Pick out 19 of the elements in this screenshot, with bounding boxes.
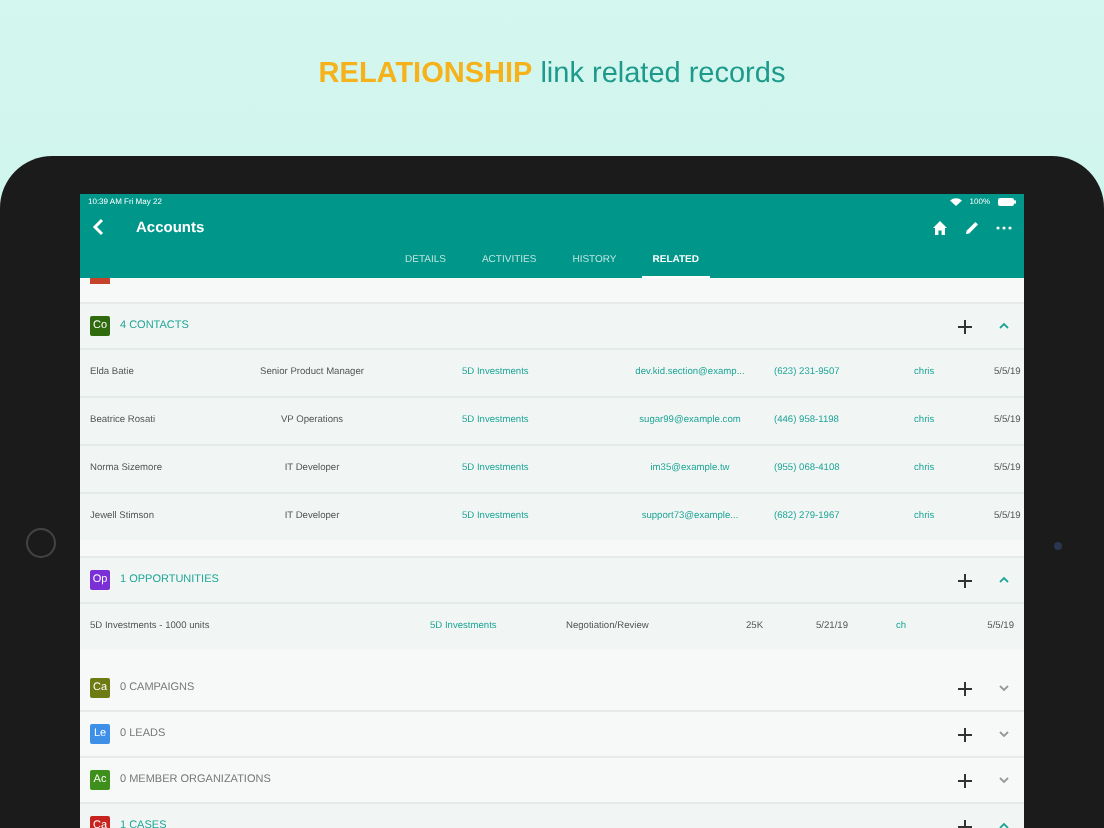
chevron-up-icon[interactable]	[998, 822, 1010, 828]
home-icon[interactable]	[932, 219, 948, 235]
cut-off-section-icon	[90, 278, 110, 284]
battery-icon	[998, 198, 1016, 206]
chevron-down-icon[interactable]	[998, 776, 1010, 784]
add-icon[interactable]	[958, 773, 972, 787]
back-icon[interactable]	[92, 218, 104, 236]
camera-dot	[1054, 542, 1062, 550]
pencil-icon[interactable]	[964, 219, 980, 235]
add-icon[interactable]	[958, 681, 972, 695]
add-icon[interactable]	[958, 319, 972, 333]
chevron-up-icon[interactable]	[998, 576, 1010, 584]
chevron-up-icon[interactable]	[998, 322, 1010, 330]
chevron-down-icon[interactable]	[998, 730, 1010, 738]
wifi-icon	[949, 198, 962, 206]
add-icon[interactable]	[958, 573, 972, 587]
add-icon[interactable]	[958, 727, 972, 741]
chevron-down-icon[interactable]	[998, 684, 1010, 692]
headline: RELATIONSHIP link related records	[318, 55, 786, 94]
